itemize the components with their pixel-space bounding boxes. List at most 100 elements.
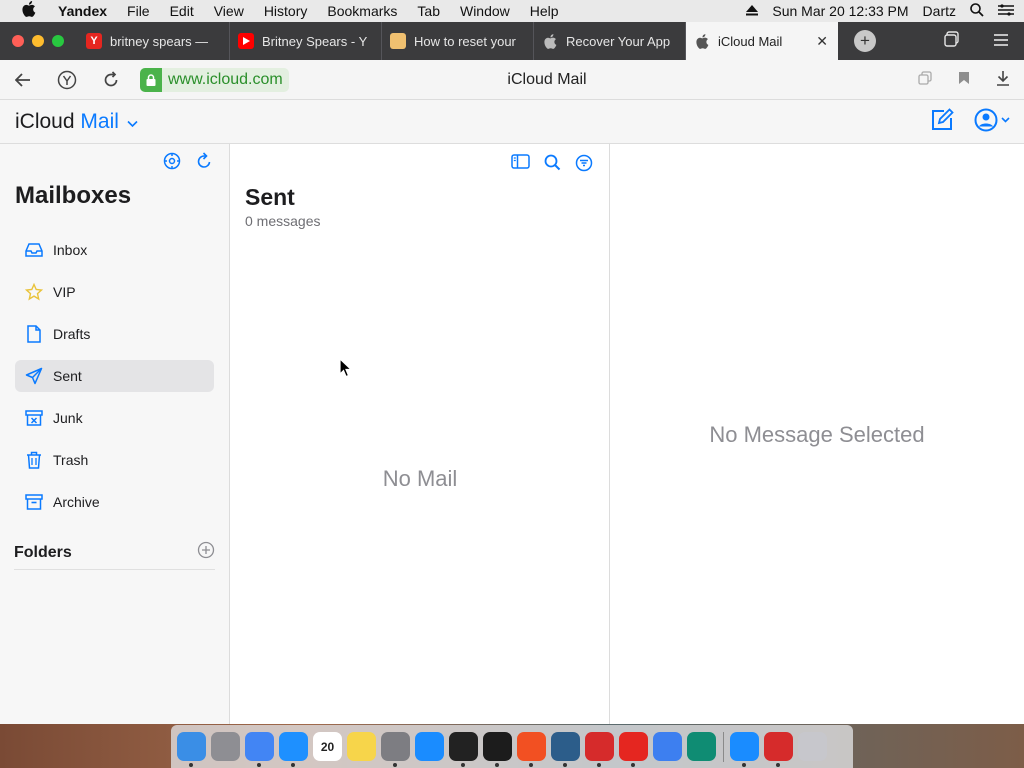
dock-separator [723, 731, 724, 762]
eject-icon[interactable] [746, 3, 759, 19]
message-count: 0 messages [245, 213, 321, 229]
mailbox-trash[interactable]: Trash [15, 444, 214, 476]
sidebar-toggle-icon[interactable] [511, 154, 530, 177]
app-switcher[interactable]: iCloud Mail [15, 110, 138, 134]
menu-bar: Yandex File Edit View History Bookmarks … [0, 0, 1024, 22]
mailbox-label: Inbox [53, 242, 88, 258]
tab-label: britney spears — [110, 33, 209, 49]
mailbox-label: Sent [53, 368, 82, 384]
mailboxes-heading: Mailboxes [15, 182, 132, 209]
new-tab-button[interactable]: + [854, 30, 876, 52]
control-center-icon[interactable] [998, 3, 1014, 19]
menu-edit[interactable]: Edit [170, 3, 194, 19]
bookmark-icon[interactable] [958, 71, 970, 90]
inbox-icon [25, 241, 43, 259]
menu-window[interactable]: Window [460, 3, 510, 19]
minimize-window-button[interactable] [32, 35, 44, 47]
magnet-icon[interactable] [585, 732, 614, 767]
search-icon[interactable] [544, 154, 561, 177]
mailbox-sent[interactable]: Sent [15, 360, 214, 392]
finder-icon[interactable] [177, 732, 206, 767]
yandex-logo-icon[interactable] [56, 69, 78, 91]
filter-icon[interactable] [575, 154, 593, 177]
menubar-user[interactable]: Dartz [923, 3, 956, 19]
icloud-header: iCloud Mail [0, 100, 1024, 144]
close-window-button[interactable] [12, 35, 24, 47]
compose-icon[interactable] [930, 107, 954, 137]
menu-tab[interactable]: Tab [417, 3, 440, 19]
chrome-icon[interactable] [245, 732, 274, 767]
mailbox-inbox[interactable]: Inbox [15, 234, 214, 266]
back-arrow-icon[interactable] [12, 69, 34, 91]
account-avatar-icon[interactable] [974, 108, 1010, 137]
zoom-window-button[interactable] [52, 35, 64, 47]
tab-bar: Y britney spears — Britney Spears - Y Ho… [0, 22, 1024, 60]
app-store-folder-icon[interactable] [730, 732, 759, 767]
refresh-icon[interactable] [195, 152, 213, 175]
window-controls [12, 35, 64, 47]
add-folder-icon[interactable] [197, 541, 215, 564]
reading-pane: No Message Selected [610, 144, 1024, 724]
magnet-folder-icon[interactable] [764, 732, 793, 767]
empty-mailbox-text: No Mail [382, 466, 458, 491]
url-text: www.icloud.com [168, 70, 283, 88]
apple-favicon-icon [694, 33, 710, 49]
menu-bookmarks[interactable]: Bookmarks [327, 3, 397, 19]
calendar-date-label: 20 [320, 739, 335, 754]
running-indicator [529, 763, 533, 767]
tab-recover-apple-id[interactable]: Recover Your App [534, 22, 686, 60]
mailbox-title: Sent [245, 184, 295, 210]
spotlight-search-icon[interactable] [970, 2, 984, 20]
tab-britney-youtube[interactable]: Britney Spears - Y [230, 22, 382, 60]
folders-heading: Folders [14, 543, 72, 561]
close-tab-icon[interactable]: ✕ [816, 33, 828, 50]
safari-icon[interactable] [279, 732, 308, 767]
tabs-overview-icon[interactable] [944, 31, 960, 51]
apple-menu-icon[interactable] [18, 1, 40, 21]
mailbox-archive[interactable]: Archive [15, 486, 214, 518]
mailbox-vip[interactable]: VIP [15, 276, 214, 308]
mailbox-junk[interactable]: Junk [15, 402, 214, 434]
yandex-browser-icon[interactable] [619, 732, 648, 767]
menu-view[interactable]: View [214, 3, 244, 19]
menubar-clock[interactable]: Sun Mar 20 12:33 PM [772, 3, 908, 19]
menu-file[interactable]: File [127, 3, 150, 19]
tab-britney-search[interactable]: Y britney spears — [78, 22, 230, 60]
no-message-selected-text: No Message Selected [709, 422, 925, 447]
microsoft-icon[interactable] [517, 732, 546, 767]
launchpad-icon[interactable] [211, 732, 240, 761]
cube-icon[interactable] [653, 732, 682, 761]
running-indicator [563, 763, 567, 767]
mouse-cursor-icon [339, 358, 353, 378]
vpn-shield-icon[interactable] [551, 732, 580, 767]
menu-history[interactable]: History [264, 3, 308, 19]
url-field[interactable]: www.icloud.com [140, 67, 289, 92]
activity-monitor-icon[interactable] [449, 732, 478, 767]
running-indicator [597, 763, 601, 767]
tab-label: Britney Spears - Y [262, 33, 368, 49]
calendar-icon[interactable]: 20 [313, 732, 342, 761]
copy-link-icon[interactable] [918, 70, 932, 90]
tab-how-to-reset[interactable]: How to reset your [382, 22, 534, 60]
yandex-favicon-icon: Y [86, 33, 102, 49]
menu-app-name[interactable]: Yandex [58, 3, 107, 19]
notes-icon[interactable] [347, 732, 376, 761]
mailbox-drafts[interactable]: Drafts [15, 318, 214, 350]
trash-bin-icon[interactable] [798, 732, 827, 761]
archive-icon [25, 493, 43, 511]
running-indicator [393, 763, 397, 767]
app-store-icon[interactable] [415, 732, 444, 761]
tab-icloud-mail[interactable]: iCloud Mail ✕ [686, 22, 838, 60]
browser-menu-icon[interactable] [994, 33, 1008, 50]
edge-icon[interactable] [687, 732, 716, 761]
terminal-icon[interactable] [483, 732, 512, 767]
settings-gear-icon[interactable] [163, 152, 181, 175]
menu-help[interactable]: Help [530, 3, 559, 19]
tab-label: How to reset your [414, 33, 516, 49]
system-preferences-icon[interactable] [381, 732, 410, 767]
message-list-pane: Sent 0 messages No Mail [230, 144, 610, 724]
mailbox-list: Inbox VIP Drafts Sent Junk Trash Archive [15, 234, 214, 528]
running-indicator [776, 763, 780, 767]
reload-icon[interactable] [100, 69, 122, 91]
downloads-icon[interactable] [996, 70, 1010, 91]
